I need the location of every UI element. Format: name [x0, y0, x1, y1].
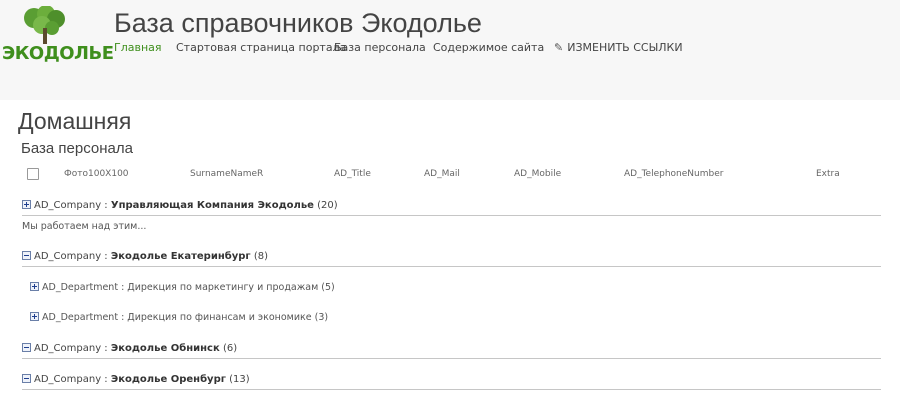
group-divider: [22, 266, 881, 267]
group-value: Управляющая Компания Экодолье: [110, 200, 314, 211]
site-logo[interactable]: ЭКОДОЛЬЕ: [2, 6, 114, 64]
group-row: AD_Company : Экодолье Обнинск (6): [22, 342, 881, 359]
nav-personnel-base[interactable]: База персонала: [334, 41, 426, 54]
nav-portal-start[interactable]: Стартовая страница портала: [176, 41, 346, 54]
group-row: AD_Company : Экодолье Екатеринбург (8): [22, 250, 881, 267]
collapse-icon[interactable]: [22, 374, 31, 383]
edit-links-label: ИЗМЕНИТЬ ССЫЛКИ: [567, 41, 683, 54]
webpart-title[interactable]: База персонала: [21, 140, 133, 157]
group-count: (20): [317, 200, 338, 211]
group-value: Экодолье Оренбург: [110, 374, 226, 385]
subgroup-label[interactable]: AD_Department : Дирекция по маркетингу и…: [42, 282, 318, 293]
group-sep: :: [101, 200, 111, 211]
column-header-surname[interactable]: SurnameNameR: [190, 169, 263, 179]
collapse-icon[interactable]: [22, 343, 31, 352]
group-row: AD_Company : Управляющая Компания Экодол…: [22, 199, 881, 216]
column-header-mobile[interactable]: AD_Mobile: [514, 169, 561, 179]
group-sep: :: [101, 343, 111, 354]
group-value: Экодолье Екатеринбург: [110, 251, 251, 262]
column-header-telephone[interactable]: AD_TelephoneNumber: [624, 169, 723, 179]
suite-header: ЭКОДОЛЬЕ База справочников Экодолье Глав…: [0, 0, 900, 100]
subgroup-count: (3): [314, 312, 329, 323]
group-value: Экодолье Обнинск: [110, 343, 220, 354]
expand-icon[interactable]: [22, 200, 31, 209]
group-sep: :: [101, 251, 111, 262]
nav-site-contents[interactable]: Содержимое сайта: [433, 41, 544, 54]
collapse-icon[interactable]: [22, 251, 31, 260]
loading-note: Мы работаем над этим...: [22, 221, 147, 232]
group-divider: [22, 389, 881, 390]
subgroup-label[interactable]: AD_Department : Дирекция по финансам и э…: [42, 312, 312, 323]
edit-links-button[interactable]: ✎ ИЗМЕНИТЬ ССЫЛКИ: [554, 41, 683, 54]
group-row: AD_Company : Экодолье Оренбург (13): [22, 373, 881, 390]
pencil-icon: ✎: [554, 41, 564, 54]
subgroup-row: AD_Department : Дирекция по финансам и э…: [30, 311, 328, 323]
subgroup-row: AD_Department : Дирекция по маркетингу и…: [30, 281, 335, 293]
group-field[interactable]: AD_Company: [34, 200, 101, 211]
site-title[interactable]: База справочников Экодолье: [114, 8, 482, 39]
logo-text: ЭКОДОЛЬЕ: [2, 43, 114, 64]
column-header-mail[interactable]: AD_Mail: [424, 169, 460, 179]
page-title: Домашняя: [18, 108, 132, 134]
select-all-checkbox[interactable]: [27, 168, 39, 180]
group-field[interactable]: AD_Company: [34, 251, 101, 262]
subgroup-count: (5): [321, 282, 335, 293]
group-sep: :: [101, 374, 111, 385]
column-header-title[interactable]: AD_Title: [334, 169, 371, 179]
column-header-photo[interactable]: Фото100X100: [64, 169, 129, 179]
group-count: (6): [222, 343, 238, 354]
group-count: (13): [229, 374, 250, 385]
column-header-extra[interactable]: Extra: [816, 169, 840, 179]
expand-icon[interactable]: [30, 282, 39, 291]
group-field[interactable]: AD_Company: [34, 374, 101, 385]
group-divider: [22, 358, 881, 359]
expand-icon[interactable]: [30, 312, 39, 321]
group-count: (8): [253, 251, 268, 262]
nav-home[interactable]: Главная: [114, 41, 162, 54]
group-field[interactable]: AD_Company: [34, 343, 101, 354]
tree-logo-icon: [24, 6, 65, 44]
group-divider: [22, 215, 881, 216]
